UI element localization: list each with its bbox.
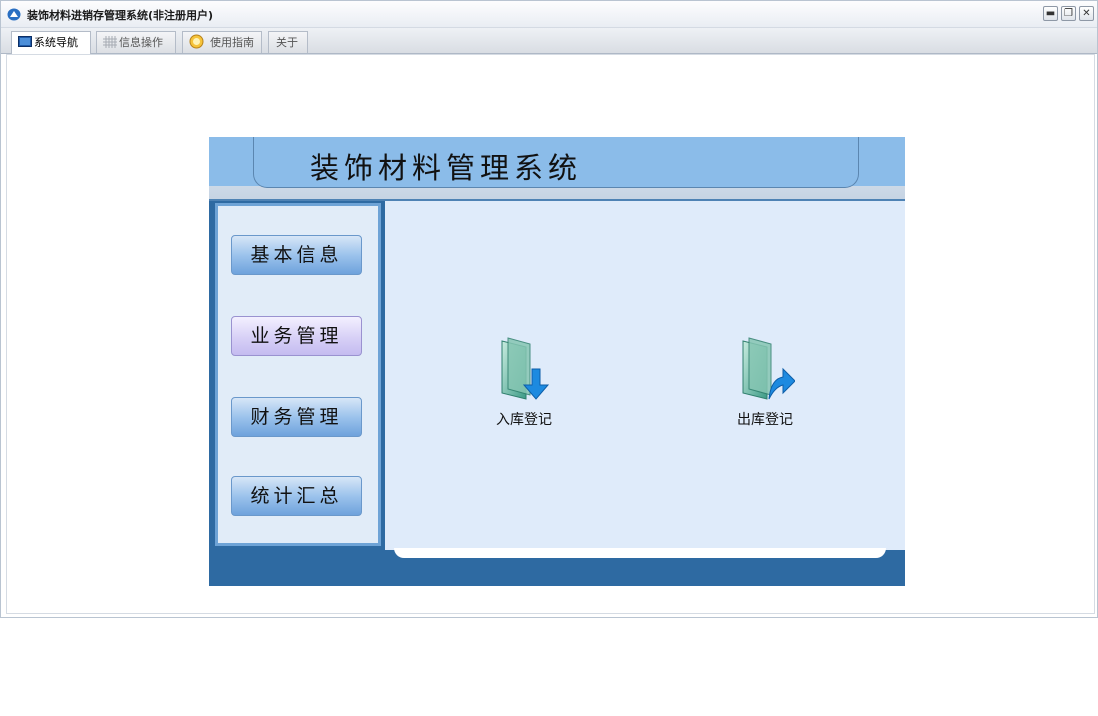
outbound-register-item[interactable]: 出库登记	[720, 335, 810, 429]
menu-finance-mgmt-button[interactable]: 财务管理	[231, 397, 362, 437]
footer-bar	[394, 548, 886, 558]
minimize-button[interactable]: ▬	[1043, 6, 1058, 21]
tab-label: 信息操作	[119, 36, 163, 49]
restore-button[interactable]: ❐	[1061, 6, 1076, 21]
function-area: 入库登记 出库登记	[385, 201, 905, 550]
system-title: 装饰材料管理系统	[310, 151, 583, 185]
menu-basic-info-button[interactable]: 基本信息	[231, 235, 362, 275]
tab-about[interactable]: 关于	[268, 31, 308, 53]
restore-icon: ❐	[1064, 8, 1073, 19]
menu-statistics-button[interactable]: 统计汇总	[231, 476, 362, 516]
inbound-register-item[interactable]: 入库登记	[479, 335, 569, 429]
close-icon: ✕	[1082, 8, 1091, 19]
tab-label: 使用指南	[210, 36, 254, 49]
guide-icon	[189, 34, 204, 49]
menu-business-mgmt-button[interactable]: 业务管理	[231, 316, 362, 356]
tab-system-nav[interactable]: 系统导航	[11, 31, 91, 54]
tab-bar: 系统导航 信息操作 使用指南 关于	[1, 28, 1097, 54]
header-tab: 装饰材料管理系统	[253, 137, 859, 188]
inbound-register-label: 入库登记	[496, 412, 552, 428]
tab-user-guide[interactable]: 使用指南	[182, 31, 262, 53]
outbound-register-label: 出库登记	[737, 412, 793, 428]
inbound-folder-icon	[501, 337, 550, 400]
tab-label: 关于	[276, 36, 298, 49]
app-logo-icon	[7, 8, 21, 21]
monitor-icon	[18, 36, 32, 47]
tab-label: 系统导航	[34, 36, 78, 49]
outbound-folder-icon	[742, 337, 795, 400]
system-header: 装饰材料管理系统	[209, 137, 905, 200]
sidebar-menu: 基本信息 业务管理 财务管理 统计汇总	[215, 203, 381, 546]
close-button[interactable]: ✕	[1079, 6, 1094, 21]
grid-icon	[103, 36, 117, 48]
tab-info-ops[interactable]: 信息操作	[96, 31, 176, 53]
minimize-icon: ▬	[1045, 8, 1056, 19]
window-title: 装饰材料进销存管理系统(非注册用户)	[27, 9, 214, 22]
system-panel: 装饰材料管理系统 基本信息 业务管理 财务管理 统计汇总 入库登记 出库登记	[209, 137, 905, 586]
title-bar: 装饰材料进销存管理系统(非注册用户) ▬ ❐ ✕	[1, 1, 1097, 28]
